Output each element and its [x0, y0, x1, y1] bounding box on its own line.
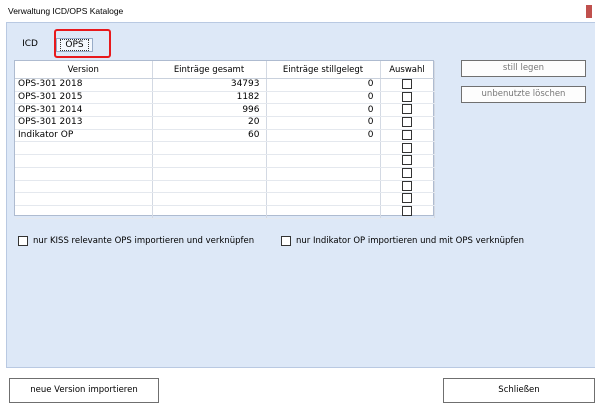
retired-cell — [266, 180, 381, 194]
close-button[interactable]: Schließen — [443, 378, 595, 403]
total-cell: 34793 — [152, 78, 267, 92]
version-cell: OPS-301 2014 — [15, 103, 153, 118]
retired-cell: 0 — [266, 103, 381, 118]
total-cell: 1182 — [152, 91, 267, 105]
select-checkbox[interactable] — [402, 79, 412, 90]
version-cell: OPS-301 2018 — [15, 78, 153, 92]
window-title: Verwaltung ICD/OPS Kataloge — [8, 6, 124, 16]
select-checkbox[interactable] — [402, 104, 412, 115]
total-cell: 60 — [152, 129, 267, 143]
select-cell — [380, 129, 435, 143]
total-cell — [152, 167, 267, 181]
table-row[interactable]: OPS-301 2014 996 0 — [15, 103, 435, 118]
col-header-select[interactable]: Auswahl — [380, 61, 435, 79]
select-checkbox[interactable] — [402, 117, 412, 128]
table-row-empty[interactable] — [15, 192, 435, 206]
select-cell — [380, 192, 435, 206]
table-row-empty[interactable] — [15, 154, 435, 168]
select-checkbox[interactable] — [402, 142, 412, 153]
indicator-only-option[interactable]: nur Indikator OP importieren und mit OPS… — [281, 235, 524, 247]
retired-cell: 0 — [266, 91, 381, 105]
select-checkbox[interactable] — [402, 180, 412, 191]
retired-cell — [266, 192, 381, 206]
select-checkbox[interactable] — [402, 205, 412, 216]
retired-cell: 0 — [266, 129, 381, 143]
version-cell — [15, 192, 153, 206]
table-row-empty[interactable] — [15, 205, 435, 219]
version-cell — [15, 154, 153, 168]
select-checkbox[interactable] — [402, 91, 412, 102]
total-cell: 20 — [152, 116, 267, 130]
indicator-only-checkbox[interactable] — [281, 236, 291, 246]
total-cell — [152, 205, 267, 219]
retired-cell: 0 — [266, 116, 381, 130]
select-checkbox[interactable] — [402, 193, 412, 204]
retire-button[interactable]: still legen — [461, 60, 586, 77]
retired-cell — [266, 141, 381, 156]
table-row[interactable]: OPS-301 2015 1182 0 — [15, 91, 435, 105]
select-cell — [380, 91, 435, 105]
table-row-empty[interactable] — [15, 167, 435, 181]
select-cell — [380, 116, 435, 130]
total-cell — [152, 180, 267, 194]
retired-cell: 0 — [266, 78, 381, 92]
kiss-only-checkbox[interactable] — [18, 236, 28, 246]
grid-header-row: Version Einträge gesamt Einträge stillge… — [15, 61, 435, 79]
select-checkbox[interactable] — [402, 167, 412, 178]
table-row[interactable]: OPS-301 2013 20 0 — [15, 116, 435, 130]
retired-cell — [266, 167, 381, 181]
select-checkbox[interactable] — [402, 155, 412, 166]
import-version-button[interactable]: neue Version importieren — [9, 378, 159, 403]
version-cell: OPS-301 2013 — [15, 116, 153, 130]
indicator-only-label: nur Indikator OP importieren und mit OPS… — [296, 236, 525, 246]
table-row-empty[interactable] — [15, 141, 435, 156]
version-cell — [15, 180, 153, 194]
title-bar: Verwaltung ICD/OPS Kataloge — [0, 0, 595, 22]
tab-icd[interactable]: ICD — [20, 38, 40, 52]
version-cell — [15, 167, 153, 181]
delete-unused-button[interactable]: unbenutzte löschen — [461, 86, 586, 103]
select-cell — [380, 78, 435, 92]
kiss-only-label: nur KISS relevante OPS importieren und v… — [33, 236, 255, 246]
kiss-only-option[interactable]: nur KISS relevante OPS importieren und v… — [18, 235, 254, 247]
annotation-highlight-box — [54, 29, 111, 58]
total-cell — [152, 141, 267, 156]
catalog-grid: Version Einträge gesamt Einträge stillge… — [14, 60, 435, 219]
select-checkbox[interactable] — [402, 129, 412, 140]
version-cell — [15, 205, 153, 219]
select-cell — [380, 141, 435, 156]
select-cell — [380, 154, 435, 168]
table-row-empty[interactable] — [15, 180, 435, 194]
table-row[interactable]: OPS-301 2018 34793 0 — [15, 78, 435, 92]
select-cell — [380, 167, 435, 181]
total-cell — [152, 154, 267, 168]
version-cell: OPS-301 2015 — [15, 91, 153, 105]
total-cell — [152, 192, 267, 206]
select-cell — [380, 205, 435, 219]
col-header-version[interactable]: Version — [15, 61, 153, 79]
col-header-total[interactable]: Einträge gesamt — [152, 61, 267, 79]
table-row[interactable]: Indikator OP 60 0 — [15, 129, 435, 143]
select-cell — [380, 180, 435, 194]
col-header-retired[interactable]: Einträge stillgelegt — [266, 61, 381, 79]
version-cell: Indikator OP — [15, 129, 153, 143]
retired-cell — [266, 154, 381, 168]
total-cell: 996 — [152, 103, 267, 118]
retired-cell — [266, 205, 381, 219]
close-icon[interactable] — [586, 5, 592, 18]
select-cell — [380, 103, 435, 118]
version-cell — [15, 141, 153, 156]
